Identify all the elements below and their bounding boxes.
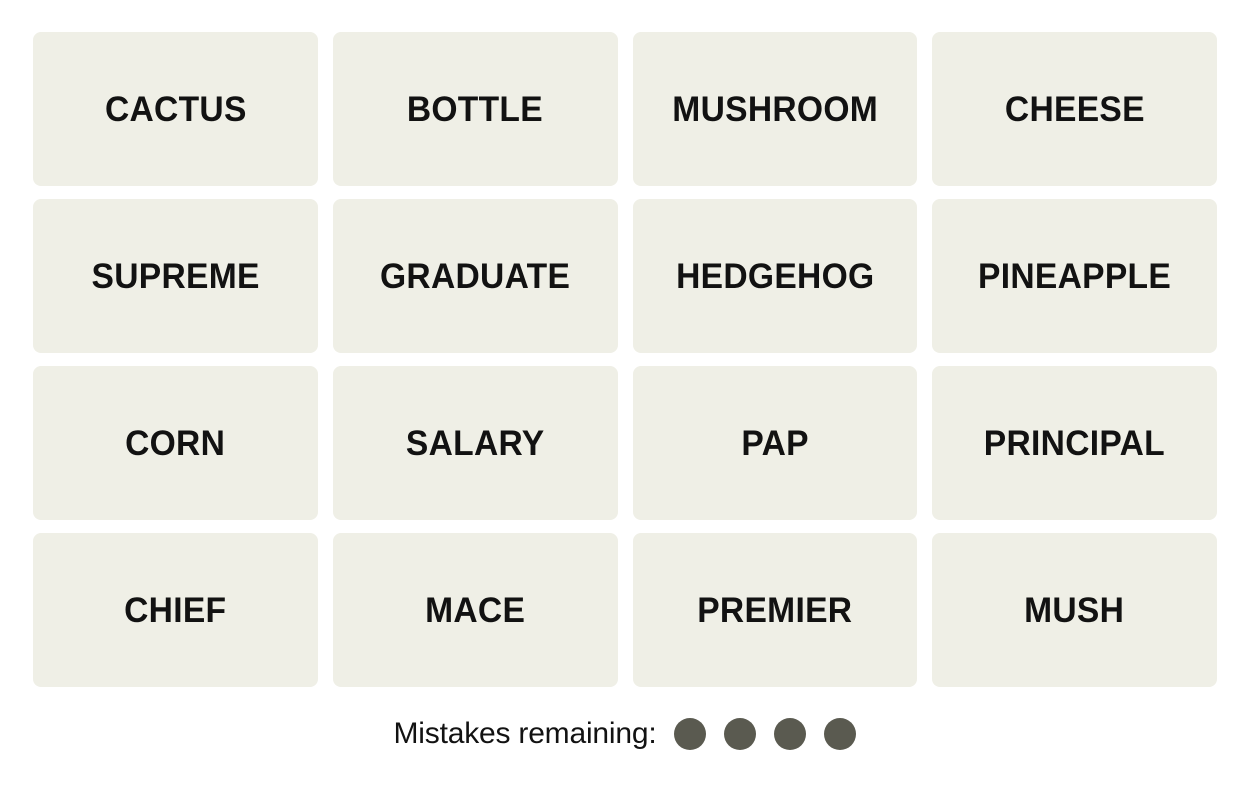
- word-tile[interactable]: GRADUATE: [332, 199, 618, 353]
- word-tile-label: MUSH: [1024, 590, 1125, 630]
- mistakes-remaining-label: Mistakes remaining:: [393, 717, 657, 750]
- word-tile[interactable]: MUSH: [932, 533, 1217, 687]
- word-tile[interactable]: MUSHROOM: [632, 32, 918, 186]
- word-tile-label: CHEESE: [1004, 89, 1145, 129]
- mistake-dot-icon: [774, 718, 807, 750]
- word-tile-label: PINEAPPLE: [978, 256, 1172, 296]
- word-tile[interactable]: MACE: [332, 533, 618, 687]
- word-tile-label: MACE: [425, 590, 526, 630]
- word-tile[interactable]: HEDGEHOG: [632, 199, 918, 353]
- mistake-dot-icon: [824, 718, 857, 750]
- word-tile-label: GRADUATE: [380, 256, 571, 296]
- word-tile[interactable]: PREMIER: [632, 533, 918, 687]
- mistake-dot-icon: [674, 718, 707, 750]
- word-tile-label: MUSHROOM: [671, 89, 878, 129]
- connections-board: CACTUS BOTTLE MUSHROOM CHEESE SUPREME GR…: [0, 0, 1250, 789]
- mistakes-footer: Mistakes remaining:: [0, 718, 1250, 750]
- word-tile-label: CORN: [125, 423, 226, 463]
- word-tile-label: BOTTLE: [407, 89, 544, 129]
- word-tile-label: HEDGEHOG: [675, 256, 875, 296]
- word-tile-label: SALARY: [405, 423, 545, 463]
- word-tile[interactable]: BOTTLE: [332, 32, 618, 186]
- word-tile-label: PAP: [741, 423, 809, 463]
- word-tile[interactable]: PINEAPPLE: [932, 199, 1217, 353]
- word-tile[interactable]: SUPREME: [33, 199, 318, 353]
- word-tile-label: PREMIER: [697, 590, 853, 630]
- word-grid: CACTUS BOTTLE MUSHROOM CHEESE SUPREME GR…: [33, 32, 1217, 687]
- word-tile[interactable]: CHIEF: [33, 533, 318, 687]
- word-tile[interactable]: CHEESE: [932, 32, 1217, 186]
- word-tile[interactable]: PRINCIPAL: [932, 366, 1217, 520]
- word-tile-label: SUPREME: [91, 256, 260, 296]
- word-tile[interactable]: PAP: [632, 366, 918, 520]
- word-tile-label: CACTUS: [104, 89, 247, 129]
- mistakes-dots: [674, 718, 857, 750]
- word-tile[interactable]: SALARY: [332, 366, 618, 520]
- word-tile[interactable]: CORN: [33, 366, 318, 520]
- word-tile[interactable]: CACTUS: [33, 32, 318, 186]
- word-tile-label: PRINCIPAL: [984, 423, 1166, 463]
- mistake-dot-icon: [724, 718, 757, 750]
- word-tile-label: CHIEF: [124, 590, 227, 630]
